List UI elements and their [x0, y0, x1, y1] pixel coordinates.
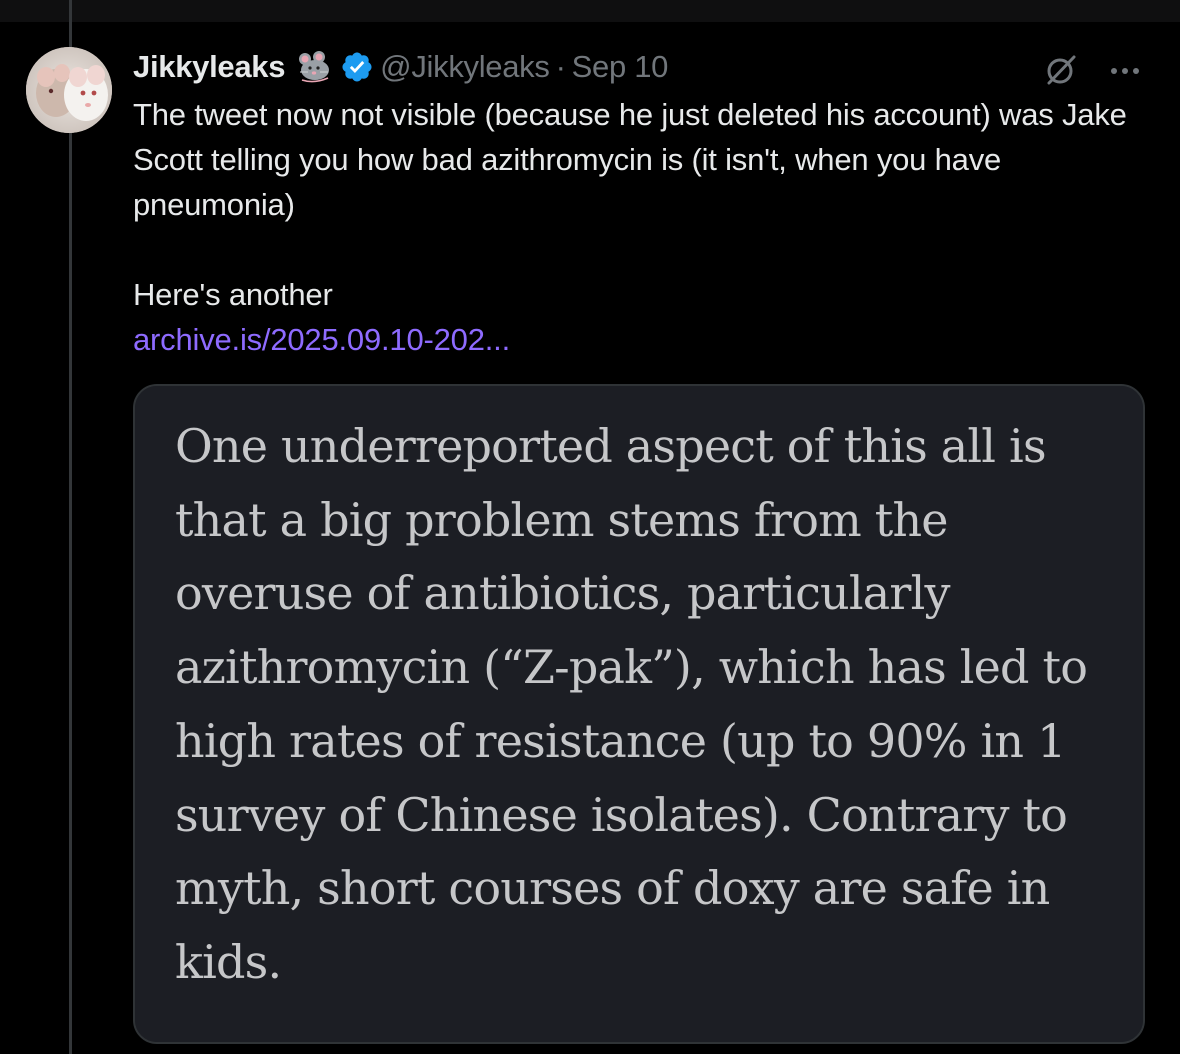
tweet-body: The tweet now not visible (because he ju…: [133, 92, 1153, 362]
tweet-date[interactable]: Sep 10: [572, 49, 669, 85]
tweet-media-image[interactable]: One underreported aspect of this all is …: [133, 384, 1145, 1044]
previous-tweet-edge: [0, 0, 1180, 22]
author-handle[interactable]: @Jikkyleaks: [380, 49, 550, 85]
thread-connector-line: [69, 0, 72, 1054]
author-display-name[interactable]: Jikkyleaks: [133, 49, 285, 85]
header-separator: ·: [555, 49, 566, 84]
avatar[interactable]: [26, 47, 112, 133]
tweet-paragraph: The tweet now not visible (because he ju…: [133, 97, 1127, 222]
archive-link[interactable]: archive.is/2025.09.10-202...: [133, 322, 510, 357]
verified-badge-icon[interactable]: [340, 50, 374, 84]
more-options-icon[interactable]: [1108, 64, 1142, 78]
grok-icon[interactable]: [1043, 52, 1079, 88]
tweet-paragraph: Here's another: [133, 277, 333, 312]
tweet-page: Jikkyleaks @Jikkyleaks · Sep 10 The twee…: [0, 0, 1180, 1054]
tweet-header: Jikkyleaks @Jikkyleaks · Sep 10: [133, 44, 668, 90]
avatar-image: [26, 47, 112, 133]
media-quoted-text: One underreported aspect of this all is …: [175, 419, 1088, 989]
mouse-emoji-icon: [294, 50, 334, 84]
